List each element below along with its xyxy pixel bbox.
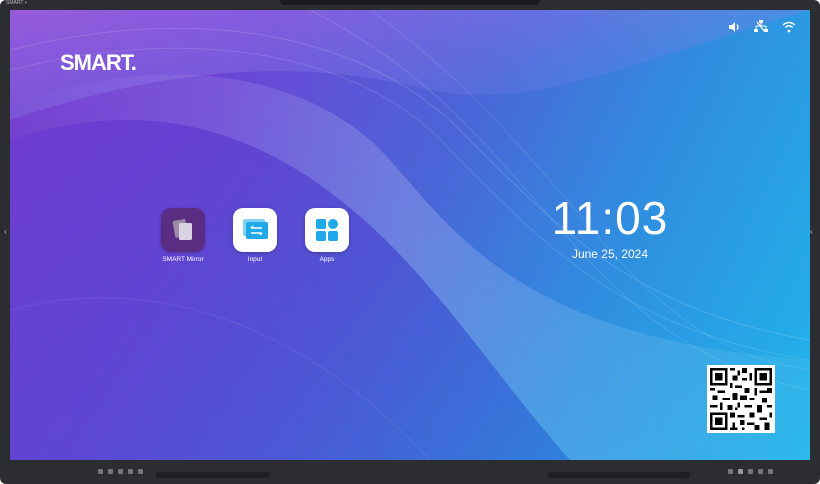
clock-date: June 25, 2024 (571, 247, 649, 261)
clock-time: 11:03 (551, 192, 669, 244)
qr-code[interactable] (707, 365, 775, 433)
pen-tray-right (548, 472, 690, 478)
pen-tray-left (155, 472, 270, 478)
status-bar (728, 20, 796, 33)
app-input[interactable]: Input (232, 208, 278, 263)
app-smart-mirror[interactable]: SMART Mirror (160, 208, 206, 263)
mirror-icon (161, 208, 205, 252)
bezel-label: SMART ▪ (6, 0, 27, 6)
qr-code-icon (710, 368, 772, 430)
app-label: Apps (319, 256, 335, 263)
front-panel-buttons-right[interactable] (728, 469, 773, 474)
app-label: SMART Mirror (162, 256, 204, 263)
app-label: Input (247, 256, 263, 263)
bezel-bottom (0, 460, 820, 484)
home-screen: SMART. SMART Mirror Input Apps 11:03 Jun… (10, 10, 810, 460)
volume-icon[interactable] (728, 21, 740, 33)
display-bezel: SMART ▪ ‹ ‹ SMART. SMART Mirror Input Ap… (0, 0, 820, 484)
input-icon (233, 208, 277, 252)
wave-background (10, 10, 810, 460)
clock-widget: 11:03 June 25, 2024 (550, 193, 670, 261)
camera-notch (280, 0, 540, 5)
app-launcher: SMART Mirror Input Apps (160, 208, 350, 263)
right-side-tab[interactable]: ‹ (810, 214, 816, 252)
smart-logo: SMART. (60, 50, 137, 75)
network-icon[interactable] (754, 20, 768, 33)
apps-grid-icon (305, 208, 349, 252)
wifi-icon[interactable] (782, 21, 796, 33)
front-panel-buttons-left[interactable] (98, 469, 143, 474)
app-apps[interactable]: Apps (304, 208, 350, 263)
